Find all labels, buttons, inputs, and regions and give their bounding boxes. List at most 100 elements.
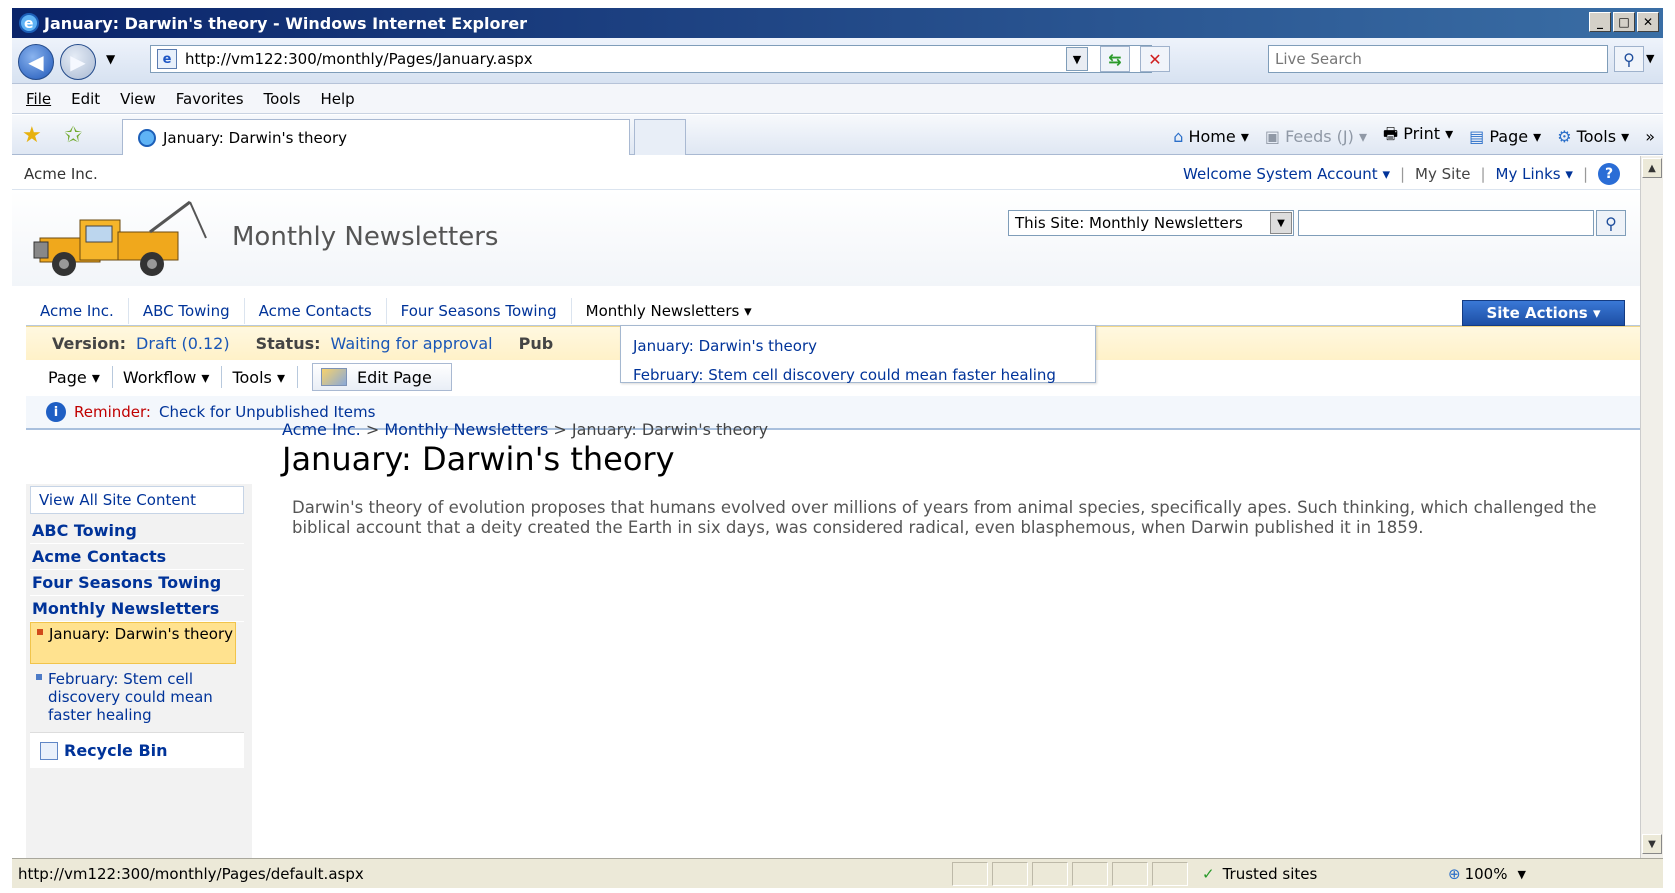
chevron-more-icon[interactable]: » xyxy=(1645,127,1655,146)
breadcrumb-root[interactable]: Acme Inc. xyxy=(282,420,361,439)
home-button[interactable]: ⌂ Home ▾ xyxy=(1173,127,1249,146)
nav-monthly-newsletters[interactable]: Monthly Newsletters ▾ xyxy=(572,298,766,324)
nav-abc-towing[interactable]: ABC Towing xyxy=(129,297,245,324)
menu-favorites[interactable]: Favorites xyxy=(176,90,244,108)
welcome-menu[interactable]: Welcome System Account ▾ xyxy=(1183,165,1390,183)
address-dropdown-icon[interactable]: ▼ xyxy=(1066,47,1088,71)
page-menu-button[interactable]: ▤ Page ▾ xyxy=(1469,127,1541,146)
status-pane xyxy=(1112,862,1148,886)
page-menu-label: Page xyxy=(1489,127,1529,146)
maximize-button[interactable]: □ xyxy=(1613,12,1635,32)
top-links: Welcome System Account ▾ | My Site | My … xyxy=(1183,163,1620,185)
zoom-value: 100% xyxy=(1464,865,1508,883)
ql-item-january[interactable]: January: Darwin's theory xyxy=(30,622,236,664)
address-input[interactable]: e http://vm122:300/monthly/Pages/January… xyxy=(150,45,1152,73)
refresh-button[interactable]: ⇆ xyxy=(1100,46,1130,72)
breadcrumb-current: January: Darwin's theory xyxy=(571,420,769,439)
brand-name[interactable]: Acme Inc. xyxy=(24,165,98,183)
menu-file[interactable]: File xyxy=(26,90,51,108)
live-search-input[interactable]: Live Search xyxy=(1268,45,1608,73)
tab-title: January: Darwin's theory xyxy=(163,128,347,147)
vertical-scrollbar[interactable]: ▲ ▼ xyxy=(1640,156,1663,858)
ql-item-february-label: February: Stem cell discovery could mean… xyxy=(48,670,213,724)
ql-heading-four-seasons-towing[interactable]: Four Seasons Towing xyxy=(30,570,244,596)
tools-menu-button[interactable]: ⚙ Tools ▾ xyxy=(1557,127,1629,146)
recycle-bin-link[interactable]: Recycle Bin xyxy=(30,732,244,768)
recycle-bin-label: Recycle Bin xyxy=(64,741,168,760)
back-button[interactable]: ◀ xyxy=(18,44,54,80)
divider: | xyxy=(1480,165,1486,183)
page-viewport: Acme Inc. Welcome System Account ▾ | My … xyxy=(12,156,1640,858)
site-actions-button[interactable]: Site Actions ▾ xyxy=(1462,300,1625,326)
view-all-site-content-link[interactable]: View All Site Content xyxy=(30,486,244,514)
new-tab-button[interactable] xyxy=(634,119,686,155)
search-options-dropdown-icon[interactable]: ▼ xyxy=(1646,52,1654,65)
status-pane xyxy=(1152,862,1188,886)
site-actions-label: Site Actions xyxy=(1486,304,1588,322)
newsletters-flyout-menu: January: Darwin's theory February: Stem … xyxy=(620,325,1096,384)
help-icon[interactable]: ? xyxy=(1598,163,1620,185)
site-search-input[interactable] xyxy=(1298,210,1594,236)
site-title[interactable]: Monthly Newsletters xyxy=(232,222,498,252)
window-title: January: Darwin's theory - Windows Inter… xyxy=(44,13,528,33)
my-links-menu[interactable]: My Links ▾ xyxy=(1496,165,1573,183)
version-label: Version: xyxy=(52,334,127,353)
edit-page-button[interactable]: Edit Page xyxy=(312,363,452,391)
recent-pages-dropdown-icon[interactable]: ▼ xyxy=(106,52,115,66)
tools-menu[interactable]: Tools ▾ xyxy=(232,366,298,388)
page-menu[interactable]: Page ▾ xyxy=(48,366,113,388)
ql-heading-monthly-newsletters[interactable]: Monthly Newsletters xyxy=(30,596,244,622)
favorites-center-star-icon[interactable]: ★ xyxy=(22,123,42,148)
bullet-icon xyxy=(37,629,43,635)
search-icon[interactable]: ⚲ xyxy=(1614,46,1644,72)
scroll-up-icon[interactable]: ▲ xyxy=(1642,158,1662,178)
menu-edit[interactable]: Edit xyxy=(71,90,100,108)
ql-heading-acme-contacts[interactable]: Acme Contacts xyxy=(30,544,244,570)
status-pane xyxy=(952,862,988,886)
feeds-button[interactable]: ▣ Feeds (J) ▾ xyxy=(1265,127,1367,146)
version-value[interactable]: Draft (0.12) xyxy=(136,334,230,353)
nav-four-seasons-towing[interactable]: Four Seasons Towing xyxy=(387,297,572,324)
site-search-icon[interactable]: ⚲ xyxy=(1596,210,1626,236)
zoom-icon: ⊕ xyxy=(1448,865,1461,883)
add-favorite-star-icon[interactable]: ✩ xyxy=(64,123,82,148)
flyout-item-february[interactable]: February: Stem cell discovery could mean… xyxy=(633,361,1095,390)
breadcrumb-section[interactable]: Monthly Newsletters xyxy=(384,420,548,439)
search-scope-select[interactable]: This Site: Monthly Newsletters ▼ xyxy=(1008,210,1294,236)
print-button[interactable]: 🖶 Print ▾ xyxy=(1383,123,1453,150)
ql-heading-abc-towing[interactable]: ABC Towing xyxy=(30,518,244,544)
my-site-link[interactable]: My Site xyxy=(1415,165,1470,183)
ql-item-january-label: January: Darwin's theory xyxy=(49,625,233,643)
menu-view[interactable]: View xyxy=(120,90,156,108)
scroll-down-icon[interactable]: ▼ xyxy=(1642,834,1662,854)
flyout-item-january[interactable]: January: Darwin's theory xyxy=(633,332,1095,361)
page-menu-text: Page xyxy=(48,367,87,387)
workflow-menu[interactable]: Workflow ▾ xyxy=(123,366,223,388)
status-pane xyxy=(1032,862,1068,886)
zoom-control[interactable]: ⊕ 100% ▼ xyxy=(1442,862,1562,886)
tow-truck-logo-icon xyxy=(33,200,207,276)
nav-acme-inc[interactable]: Acme Inc. xyxy=(26,297,129,324)
close-window-button[interactable]: ✕ xyxy=(1637,12,1659,32)
welcome-label: Welcome System Account xyxy=(1183,165,1378,183)
check-unpublished-link[interactable]: Check for Unpublished Items xyxy=(159,403,375,421)
breadcrumb: Acme Inc. > Monthly Newsletters > Januar… xyxy=(282,420,768,439)
printer-icon: 🖶 xyxy=(1383,124,1399,143)
forward-button[interactable]: ▶ xyxy=(60,44,96,80)
publish-label: Pub xyxy=(518,334,554,353)
url-text: http://vm122:300/monthly/Pages/January.a… xyxy=(185,50,533,68)
divider: | xyxy=(1399,165,1406,183)
ql-item-february[interactable]: February: Stem cell discovery could mean… xyxy=(30,668,236,724)
bullet-icon xyxy=(36,674,42,680)
ie-logo-icon: e xyxy=(19,13,39,33)
menu-help[interactable]: Help xyxy=(321,90,355,108)
nav-acme-contacts[interactable]: Acme Contacts xyxy=(245,297,387,324)
minimize-button[interactable]: _ xyxy=(1589,12,1611,32)
stop-button[interactable]: ✕ xyxy=(1140,46,1170,72)
menu-tools[interactable]: Tools xyxy=(264,90,301,108)
print-label: Print xyxy=(1403,124,1441,143)
security-zone[interactable]: ✓ Trusted sites xyxy=(1196,862,1436,886)
edit-pencil-icon xyxy=(321,368,347,386)
back-arrow-icon: ◀ xyxy=(28,50,44,74)
tab-january-darwins-theory[interactable]: January: Darwin's theory xyxy=(122,119,630,155)
